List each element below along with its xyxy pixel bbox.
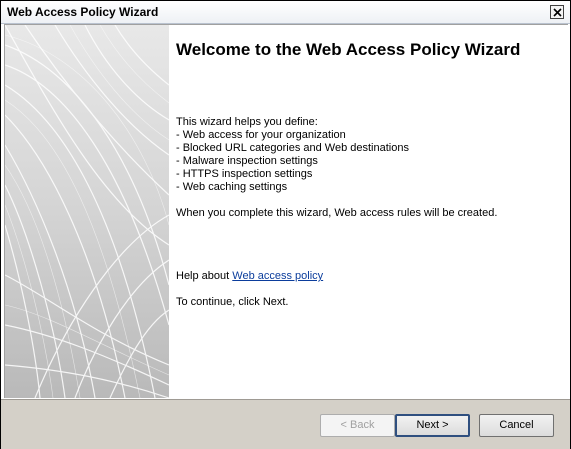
list-item: - Blocked URL categories and Web destina… [176, 142, 409, 154]
list-item: - Malware inspection settings [176, 155, 318, 167]
list-item: - HTTPS inspection settings [176, 168, 313, 180]
help-line: Help about Web access policy [176, 270, 323, 283]
wizard-side-graphic [5, 25, 169, 398]
wizard-window: Web Access Policy Wizard Welcome to the … [0, 0, 571, 449]
web-access-policy-link[interactable]: Web access policy [232, 270, 323, 282]
window-title: Web Access Policy Wizard [7, 5, 159, 19]
intro-text: This wizard helps you define: [176, 116, 318, 128]
list-item: - Web caching settings [176, 181, 288, 193]
button-bar: < Back Next > Cancel [1, 398, 570, 449]
help-prefix: Help about [176, 270, 233, 282]
close-button[interactable] [550, 5, 564, 19]
continue-text: To continue, click Next. [176, 296, 289, 308]
close-icon [553, 8, 562, 17]
title-bar[interactable]: Web Access Policy Wizard [1, 1, 570, 24]
cancel-button[interactable]: Cancel [479, 414, 554, 437]
page-title: Welcome to the Web Access Policy Wizard [176, 40, 521, 59]
decorative-lines-graphic [5, 25, 169, 398]
next-button[interactable]: Next > [395, 414, 470, 437]
back-button[interactable]: < Back [320, 414, 395, 437]
completion-text: When you complete this wizard, Web acces… [176, 207, 498, 219]
wizard-body: Welcome to the Web Access Policy Wizard … [4, 24, 568, 398]
wizard-content: Welcome to the Web Access Policy Wizard … [176, 25, 561, 398]
list-item: - Web access for your organization [176, 129, 346, 141]
footer-divider [1, 399, 570, 400]
